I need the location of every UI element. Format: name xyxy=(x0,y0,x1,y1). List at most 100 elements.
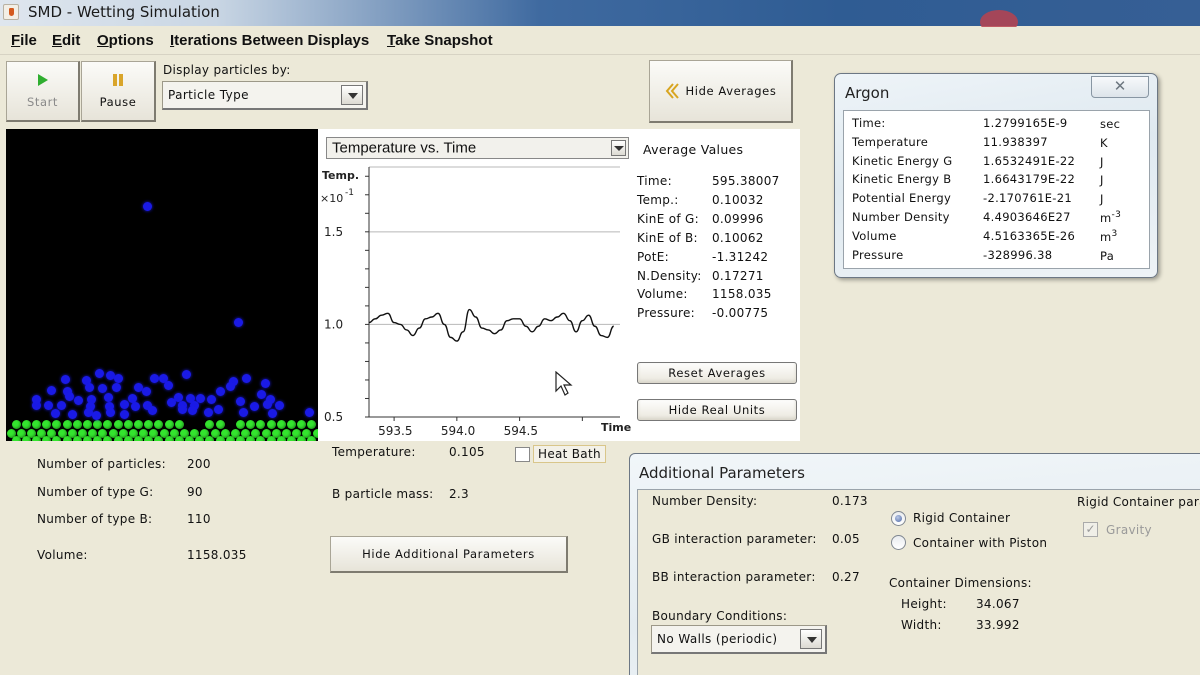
x-tick-label: 594.0 xyxy=(441,424,475,438)
particle-g xyxy=(276,419,286,429)
particle-b xyxy=(149,373,159,383)
piston-container-radio[interactable] xyxy=(891,535,906,550)
hide-real-units-button[interactable]: Hide Real Units xyxy=(637,399,797,421)
averages-title: Average Values xyxy=(643,142,744,157)
particle-b xyxy=(238,407,248,417)
chevron-left-double-icon xyxy=(665,83,679,99)
num-b-value: 110 xyxy=(187,512,211,526)
particle-b xyxy=(111,382,121,392)
menu-mnemonic: T xyxy=(387,32,396,49)
display-by-label: Display particles by: xyxy=(163,63,291,77)
argon-units-window[interactable]: Argon ✕ Time: 1.2799165E-9 sec Temperature 1… xyxy=(834,73,1158,278)
particle-g xyxy=(266,419,276,429)
display-by-select[interactable]: Particle Type xyxy=(162,81,368,110)
argon-label: Potential Energy xyxy=(852,191,952,206)
menu-label: ile xyxy=(20,32,37,49)
particle-g xyxy=(93,419,103,429)
num-b-label: Number of type B: xyxy=(37,512,153,526)
menu-iterations[interactable]: Iterations Between Displays xyxy=(170,32,369,49)
particle-b xyxy=(113,373,123,383)
particle-g xyxy=(52,419,62,429)
bb-interaction-value[interactable]: 0.27 xyxy=(832,570,860,584)
gb-interaction-value[interactable]: 0.05 xyxy=(832,532,860,546)
particle-b xyxy=(260,378,270,388)
boundary-conditions-select[interactable]: No Walls (periodic) xyxy=(651,625,827,654)
unit-text: m xyxy=(1100,229,1112,244)
argon-unit: J xyxy=(1100,172,1104,187)
y-axis-label: Temp. xyxy=(322,169,359,182)
unit-text: K xyxy=(1100,135,1108,150)
menu-mnemonic: F xyxy=(11,32,21,49)
unit-exponent: 3 xyxy=(1111,228,1118,239)
argon-label: Temperature xyxy=(852,134,929,149)
menu-take-snapshot[interactable]: Take Snapshot xyxy=(387,32,493,49)
hide-averages-button[interactable]: Hide Averages xyxy=(649,60,793,123)
pause-icon xyxy=(113,74,123,86)
particle-g xyxy=(184,435,194,441)
particle-g xyxy=(174,435,184,441)
argon-value: -328996.38 xyxy=(983,247,1053,262)
hide-additional-parameters-button[interactable]: Hide Additional Parameters xyxy=(330,536,568,573)
chevron-down-icon xyxy=(800,629,822,649)
container-dimensions-label: Container Dimensions: xyxy=(889,576,1032,590)
particle-g xyxy=(11,419,21,429)
average-label: KinE of B: xyxy=(637,230,698,245)
x-tick-label: 593.5 xyxy=(378,424,412,438)
particle-b xyxy=(119,399,129,409)
particle-g xyxy=(31,419,41,429)
num-particles-value: 200 xyxy=(187,457,211,471)
additional-parameters-window[interactable]: Additional Parameters Number Density: 0.… xyxy=(629,453,1200,675)
pause-button[interactable]: Pause xyxy=(81,61,156,122)
argon-values-table: Time: 1.2799165E-9 sec Temperature 11.938397… xyxy=(843,110,1150,269)
menu-label: ake Snapshot xyxy=(395,32,493,49)
menu-options[interactable]: Options xyxy=(97,32,154,49)
particle-g xyxy=(31,435,41,441)
particle-b xyxy=(31,394,41,404)
menu-edit[interactable]: Edit xyxy=(52,32,80,49)
additional-parameters-panel: Number Density: 0.173 GB interaction par… xyxy=(637,489,1200,675)
particle-b xyxy=(50,408,60,418)
particle-g xyxy=(21,435,31,441)
particle-g xyxy=(235,419,245,429)
rigid-container-label: Rigid Container xyxy=(913,511,1011,525)
bb-interaction-label: BB interaction parameter: xyxy=(652,570,816,584)
particle-g xyxy=(72,435,82,441)
heat-bath-label[interactable]: Heat Bath xyxy=(533,445,606,463)
argon-unit: J xyxy=(1100,191,1104,206)
particle-b xyxy=(64,391,74,401)
particle-g xyxy=(144,419,154,429)
gravity-label: Gravity xyxy=(1106,523,1152,537)
gravity-checkbox[interactable]: ✓ xyxy=(1083,522,1098,537)
unit-text: m xyxy=(1100,210,1112,225)
particle-g xyxy=(256,419,266,429)
rigid-container-radio[interactable] xyxy=(891,511,906,526)
argon-value: -2.170761E-21 xyxy=(983,191,1072,206)
particle-b xyxy=(56,400,66,410)
argon-unit: m-3 xyxy=(1100,210,1121,225)
particle-g xyxy=(11,435,21,441)
particle-g xyxy=(113,435,123,441)
plot-type-select[interactable]: Temperature vs. Time xyxy=(326,137,629,159)
mouse-cursor-icon xyxy=(555,371,573,396)
argon-unit: J xyxy=(1100,154,1104,168)
argon-label: Kinetic Energy G xyxy=(852,153,953,168)
title-bar[interactable]: SMD - Wetting Simulation xyxy=(0,0,1200,34)
b-mass-label: B particle mass: xyxy=(332,487,434,501)
average-label: PotE: xyxy=(637,249,669,264)
average-value: -1.31242 xyxy=(712,249,769,264)
menu-file[interactable]: File xyxy=(11,32,37,49)
average-value: 0.10032 xyxy=(712,192,764,207)
temperature-value[interactable]: 0.105 xyxy=(449,445,485,459)
b-mass-value[interactable]: 2.3 xyxy=(449,487,469,501)
volume-value: 1158.035 xyxy=(187,548,247,562)
reset-averages-button[interactable]: Reset Averages xyxy=(637,362,797,384)
width-value: 33.992 xyxy=(976,618,1020,632)
start-button[interactable]: Start xyxy=(6,61,80,122)
particle-b xyxy=(241,373,251,383)
close-button[interactable]: ✕ xyxy=(1091,76,1149,98)
menu-label: ptions xyxy=(108,32,154,49)
particle-simulation-view[interactable] xyxy=(6,129,318,441)
particle-g xyxy=(62,419,72,429)
heat-bath-checkbox[interactable] xyxy=(515,447,530,462)
menu-label: dit xyxy=(62,32,81,49)
